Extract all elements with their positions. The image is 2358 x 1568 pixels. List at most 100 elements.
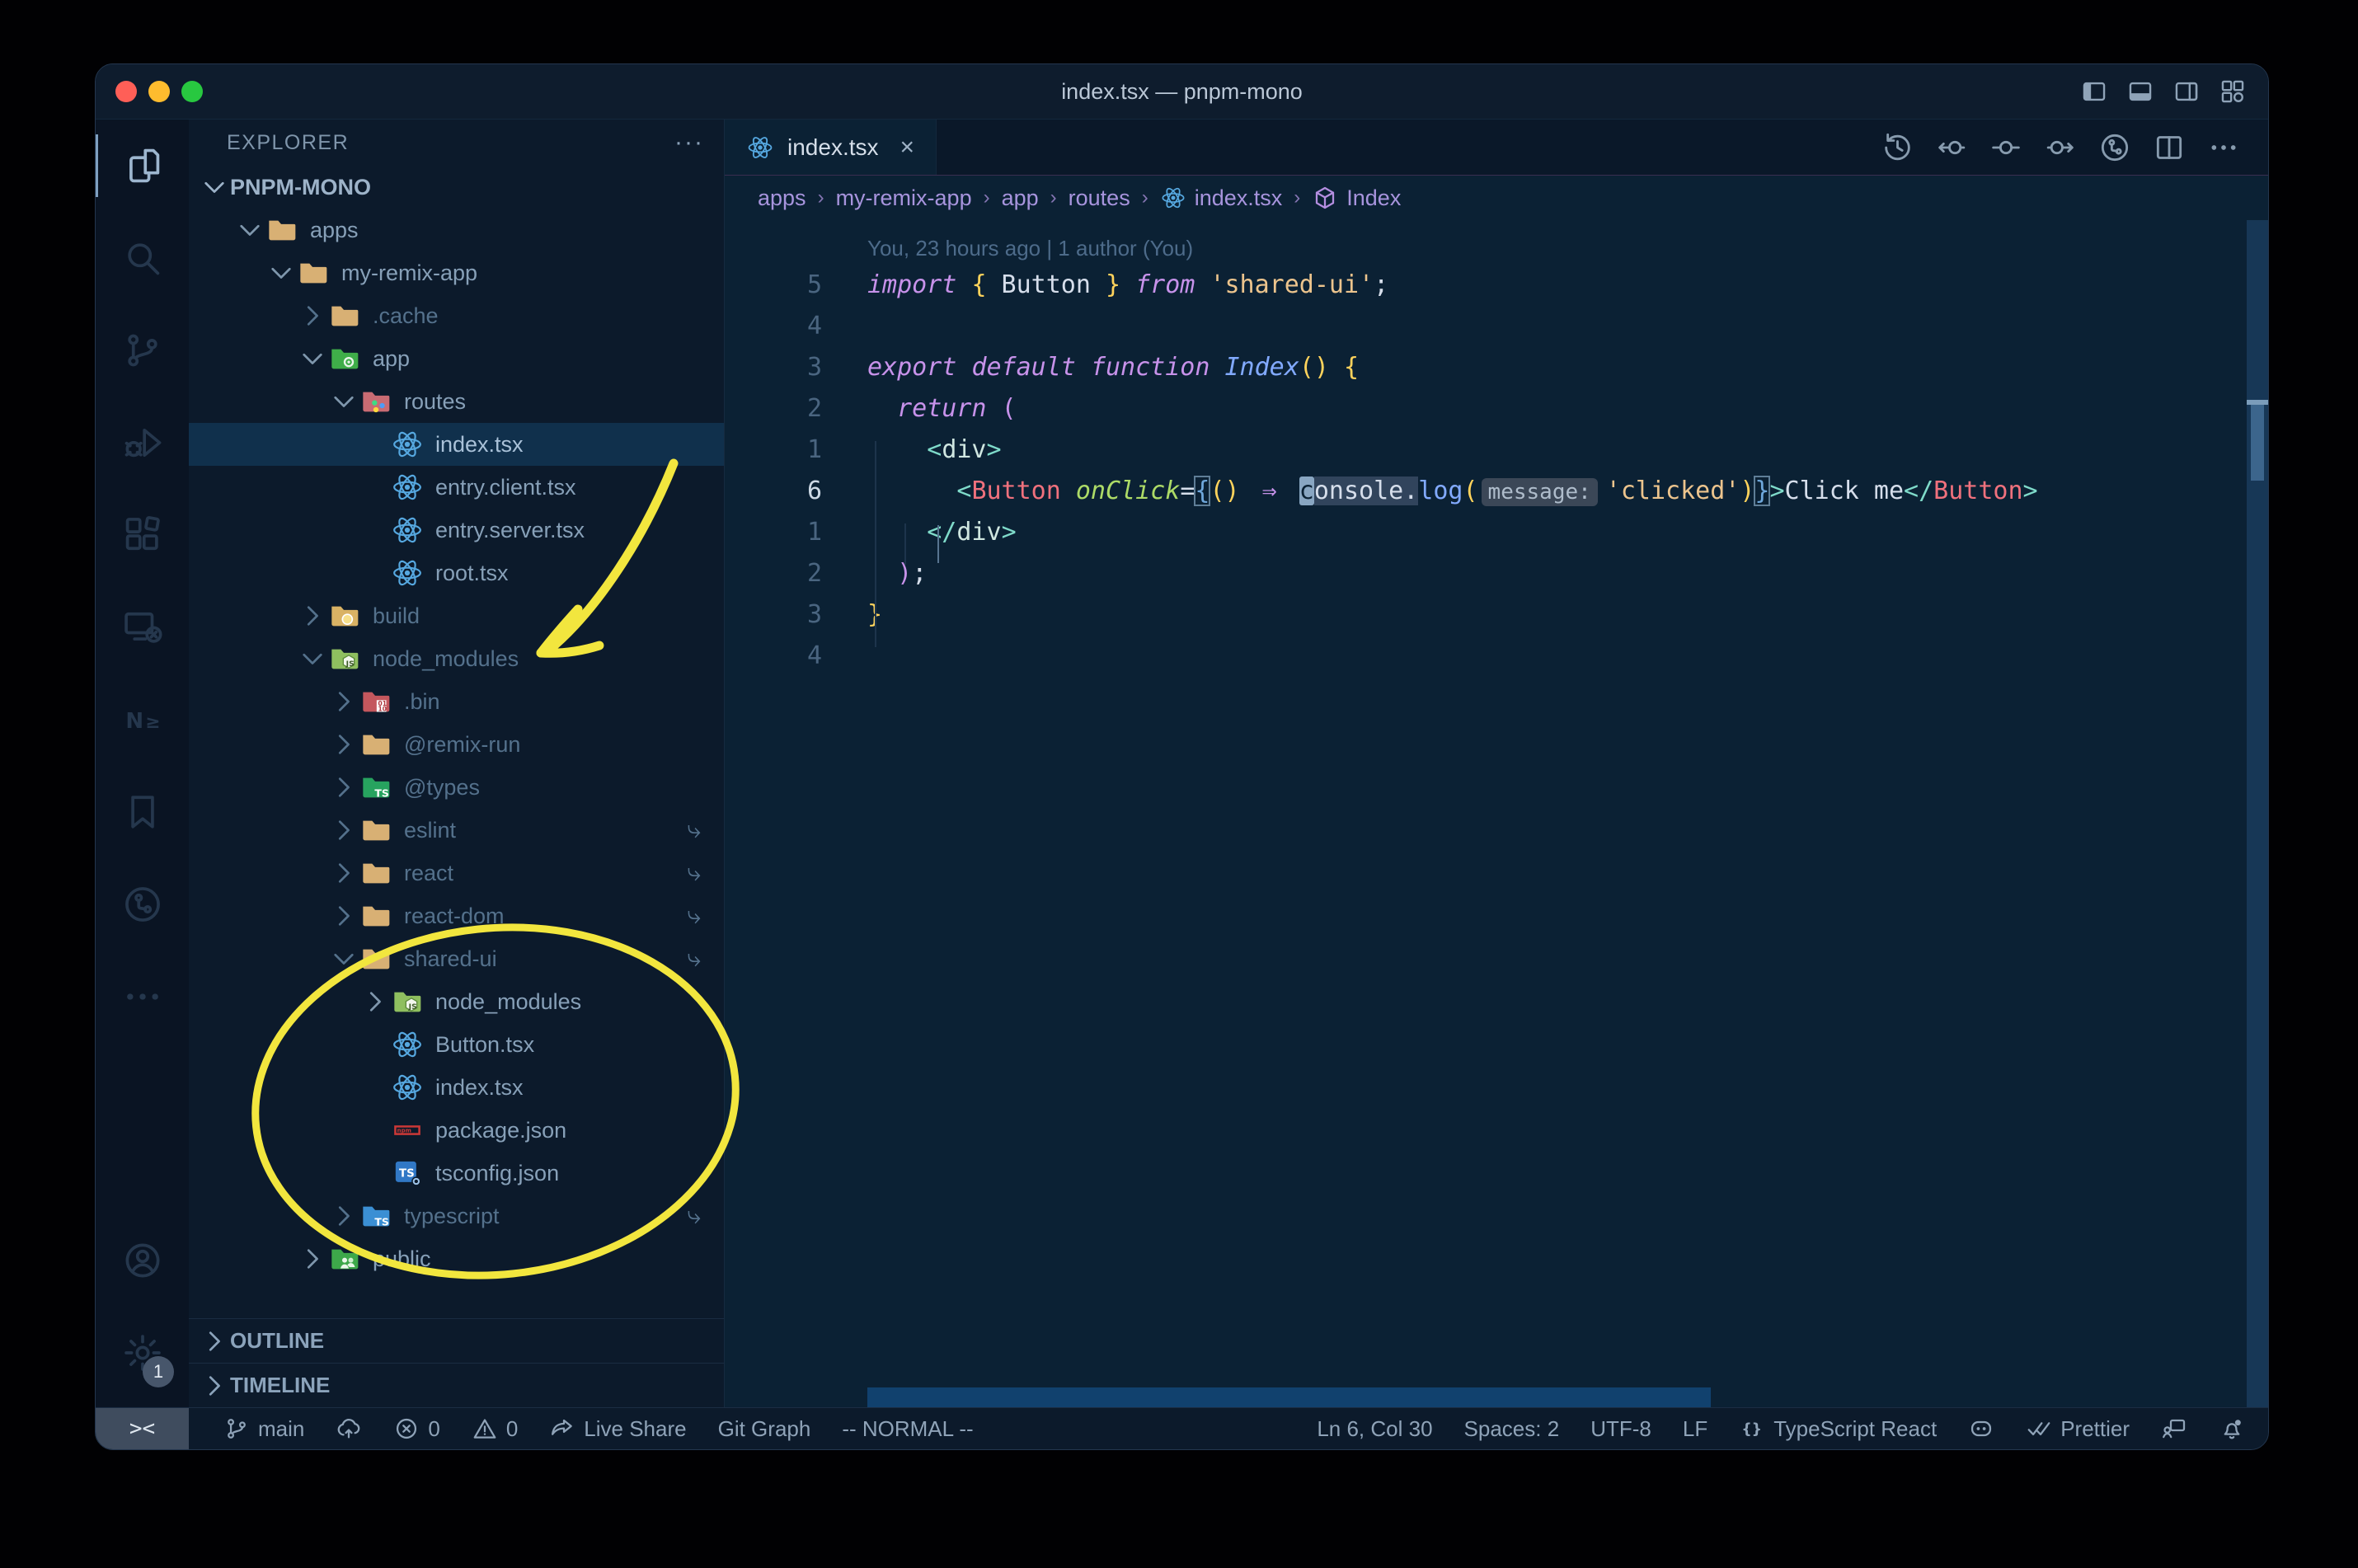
customize-layout-icon[interactable] <box>2219 77 2247 106</box>
status-lf[interactable]: LF <box>1683 1416 1707 1442</box>
status-copilot[interactable] <box>1968 1415 1994 1442</box>
explorer-more-actions-icon[interactable]: ··· <box>674 129 704 157</box>
activity-item-account[interactable] <box>96 1214 189 1307</box>
chevron-down-icon[interactable] <box>234 214 265 246</box>
chevron-right-icon[interactable] <box>297 1243 328 1275</box>
split-editor-icon[interactable] <box>2153 131 2186 164</box>
tree-item-tsconfig-json[interactable]: TS tsconfig.json <box>189 1152 724 1195</box>
status-braces[interactable]: {} TypeScript React <box>1739 1415 1938 1442</box>
breadcrumb-item-my-remix-app[interactable]: my-remix-app <box>836 185 972 211</box>
status-live-share[interactable]: Live Share <box>549 1415 687 1442</box>
tree-item--bin[interactable]: 01 10 .bin <box>189 680 724 723</box>
tree-item-package-json[interactable]: npm package.json <box>189 1109 724 1152</box>
tree-item--remix-run[interactable]: @remix-run <box>189 723 724 766</box>
activity-item-settings[interactable]: 1 <box>96 1307 189 1399</box>
tree-item--cache[interactable]: .cache <box>189 294 724 337</box>
panel-bottom-icon[interactable] <box>2126 77 2154 106</box>
tree-item-build[interactable]: build <box>189 594 724 637</box>
tree-item-node-modules[interactable]: JS node_modules <box>189 637 724 680</box>
tab-index-tsx[interactable]: index.tsx × <box>725 120 937 175</box>
breadcrumb-item-index[interactable]: Index <box>1312 185 1401 211</box>
tree-item-app[interactable]: app <box>189 337 724 380</box>
close-tab-icon[interactable]: × <box>900 134 915 162</box>
status-ln-6-col-30[interactable]: Ln 6, Col 30 <box>1317 1416 1432 1442</box>
next-change-icon[interactable] <box>2044 131 2077 164</box>
activity-item-explorer[interactable] <box>96 120 189 212</box>
chevron-right-icon[interactable] <box>328 857 359 889</box>
status-warnings[interactable]: 0 <box>472 1415 518 1442</box>
chevron-right-icon[interactable] <box>328 772 359 803</box>
current-change-icon[interactable] <box>1989 131 2022 164</box>
tree-item--types[interactable]: TS @types <box>189 766 724 809</box>
chevron-down-icon[interactable] <box>328 943 359 974</box>
code-line-8[interactable]: 2 ); <box>725 553 2268 594</box>
code-line-6[interactable]: 6 <Button onClick={() ⇒ console.log(mess… <box>725 471 2268 512</box>
activity-item-nx-console[interactable]: N ≥ <box>96 674 189 766</box>
tree-item-apps[interactable]: apps <box>189 209 724 251</box>
tree-item-index-tsx[interactable]: index.tsx <box>189 423 724 466</box>
chevron-down-icon[interactable] <box>328 386 359 417</box>
tree-item-button-tsx[interactable]: Button.tsx <box>189 1023 724 1066</box>
chevron-down-icon[interactable] <box>199 171 230 203</box>
tree-item-eslint[interactable]: eslint ⤷ <box>189 809 724 852</box>
breadcrumb-item-routes[interactable]: routes <box>1069 185 1130 211</box>
activity-item-source-control[interactable] <box>96 304 189 397</box>
code-line-4[interactable]: 2 return ( <box>725 388 2268 430</box>
code-line-5[interactable]: 1 <div> <box>725 430 2268 471</box>
vertical-scrollbar[interactable] <box>2247 220 2268 1407</box>
code-area[interactable]: You, 23 hours ago | 1 author (You) 5 impo… <box>725 220 2268 1407</box>
activity-item-extensions[interactable] <box>96 489 189 581</box>
chevron-right-icon[interactable] <box>328 815 359 846</box>
chevron-right-icon[interactable] <box>297 600 328 631</box>
activity-item-bookmarks[interactable] <box>96 766 189 858</box>
status-publish-sync[interactable] <box>336 1415 362 1442</box>
tree-item-react[interactable]: react ⤷ <box>189 852 724 894</box>
chevron-right-icon[interactable] <box>328 729 359 760</box>
activity-item-run-debug[interactable] <box>96 397 189 489</box>
code-line-9[interactable]: 3} <box>725 594 2268 636</box>
more-actions-icon[interactable] <box>2207 131 2240 164</box>
chevron-right-icon[interactable] <box>199 1370 230 1401</box>
activity-item-gitlens[interactable] <box>96 858 189 951</box>
tree-item-typescript[interactable]: TS typescript ⤷ <box>189 1195 724 1237</box>
tree-item-index-tsx[interactable]: index.tsx <box>189 1066 724 1109</box>
code-line-1[interactable]: 5 import { Button } from 'shared-ui'; <box>725 265 2268 306</box>
breadcrumb-item-apps[interactable]: apps <box>758 185 806 211</box>
tree-item-shared-ui[interactable]: shared-ui ⤷ <box>189 937 724 980</box>
chevron-down-icon[interactable] <box>265 257 297 289</box>
activity-item-remote-explorer[interactable] <box>96 581 189 674</box>
tree-item-entry-server-tsx[interactable]: entry.server.tsx <box>189 509 724 552</box>
remote-window-indicator[interactable]: >< <box>96 1408 189 1449</box>
breadcrumb-item-app[interactable]: app <box>1002 185 1039 211</box>
tree-item-public[interactable]: public <box>189 1237 724 1280</box>
tree-root-pnpm-mono[interactable]: PNPM-MONO <box>189 166 724 209</box>
code-line-2[interactable]: 4 <box>725 306 2268 347</box>
horizontal-scrollbar[interactable] <box>725 1387 2247 1407</box>
previous-change-icon[interactable] <box>1935 131 1968 164</box>
status-git-graph[interactable]: Git Graph <box>718 1416 811 1442</box>
chevron-right-icon[interactable] <box>297 300 328 331</box>
activity-item-search[interactable] <box>96 212 189 304</box>
tree-item-routes[interactable]: routes <box>189 380 724 423</box>
status-utf-8[interactable]: UTF-8 <box>1590 1416 1651 1442</box>
vertical-scrollbar-thumb[interactable] <box>2251 405 2264 481</box>
code-line-7[interactable]: 1 </div> <box>725 512 2268 553</box>
tree-item-node-modules[interactable]: JS node_modules <box>189 980 724 1023</box>
chevron-right-icon[interactable] <box>359 986 391 1017</box>
chevron-down-icon[interactable] <box>297 343 328 374</box>
code-line-10[interactable]: 4 <box>725 636 2268 677</box>
branch-graph-icon[interactable] <box>2098 131 2131 164</box>
chevron-right-icon[interactable] <box>328 900 359 932</box>
tree-item-root-tsx[interactable]: root.tsx <box>189 552 724 594</box>
section-outline[interactable]: OUTLINE <box>189 1318 724 1363</box>
chevron-right-icon[interactable] <box>328 686 359 717</box>
status-spaces-2[interactable]: Spaces: 2 <box>1464 1416 1560 1442</box>
status-normal[interactable]: -- NORMAL -- <box>842 1416 973 1442</box>
code-line-3[interactable]: 3 export default function Index() { <box>725 347 2268 388</box>
status-git-branch[interactable]: main <box>223 1415 304 1442</box>
breadcrumb-item-index.tsx[interactable]: index.tsx <box>1160 185 1282 211</box>
horizontal-scrollbar-thumb[interactable] <box>867 1387 1711 1407</box>
activity-item-more[interactable] <box>96 951 189 1043</box>
chevron-right-icon[interactable] <box>199 1326 230 1357</box>
status-double-check[interactable]: Prettier <box>2026 1415 2130 1442</box>
